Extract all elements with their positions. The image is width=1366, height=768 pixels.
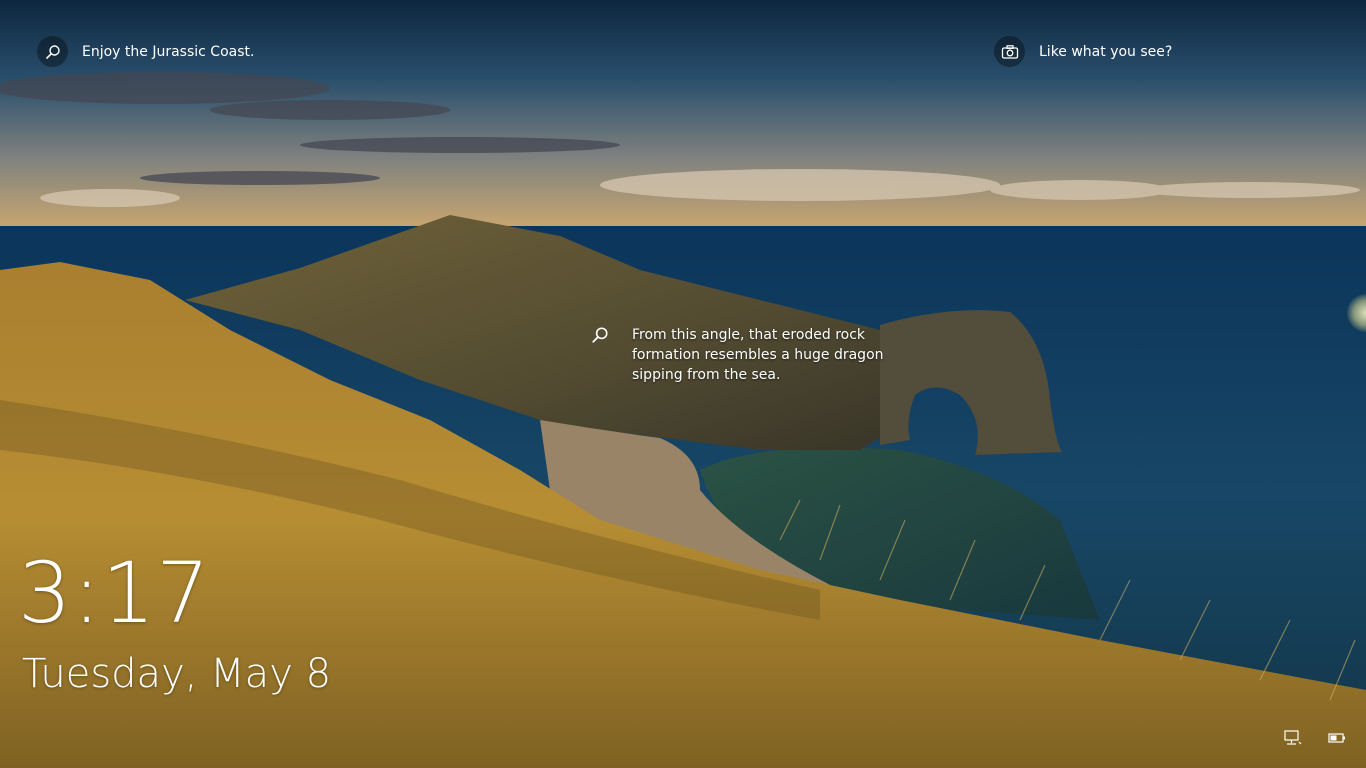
camera-icon	[994, 36, 1025, 67]
network-icon[interactable]	[1284, 730, 1302, 746]
clock-time: 3:17	[18, 544, 211, 642]
like-what-you-see-button[interactable]: Like what you see?	[994, 36, 1172, 67]
lock-screen[interactable]: Enjoy the Jurassic Coast. Like what you …	[0, 0, 1366, 768]
spotlight-title: Enjoy the Jurassic Coast.	[82, 43, 255, 60]
image-hotspot[interactable]: From this angle, that eroded rock format…	[590, 325, 892, 385]
search-icon	[37, 36, 68, 67]
status-tray	[1284, 730, 1346, 746]
battery-icon[interactable]	[1328, 730, 1346, 746]
clock-date: Tuesday, May 8	[22, 651, 332, 697]
spotlight-title-link[interactable]: Enjoy the Jurassic Coast.	[37, 36, 254, 67]
hotspot-text: From this angle, that eroded rock format…	[632, 327, 884, 383]
search-icon	[590, 325, 610, 345]
feedback-prompt: Like what you see?	[1039, 43, 1173, 60]
